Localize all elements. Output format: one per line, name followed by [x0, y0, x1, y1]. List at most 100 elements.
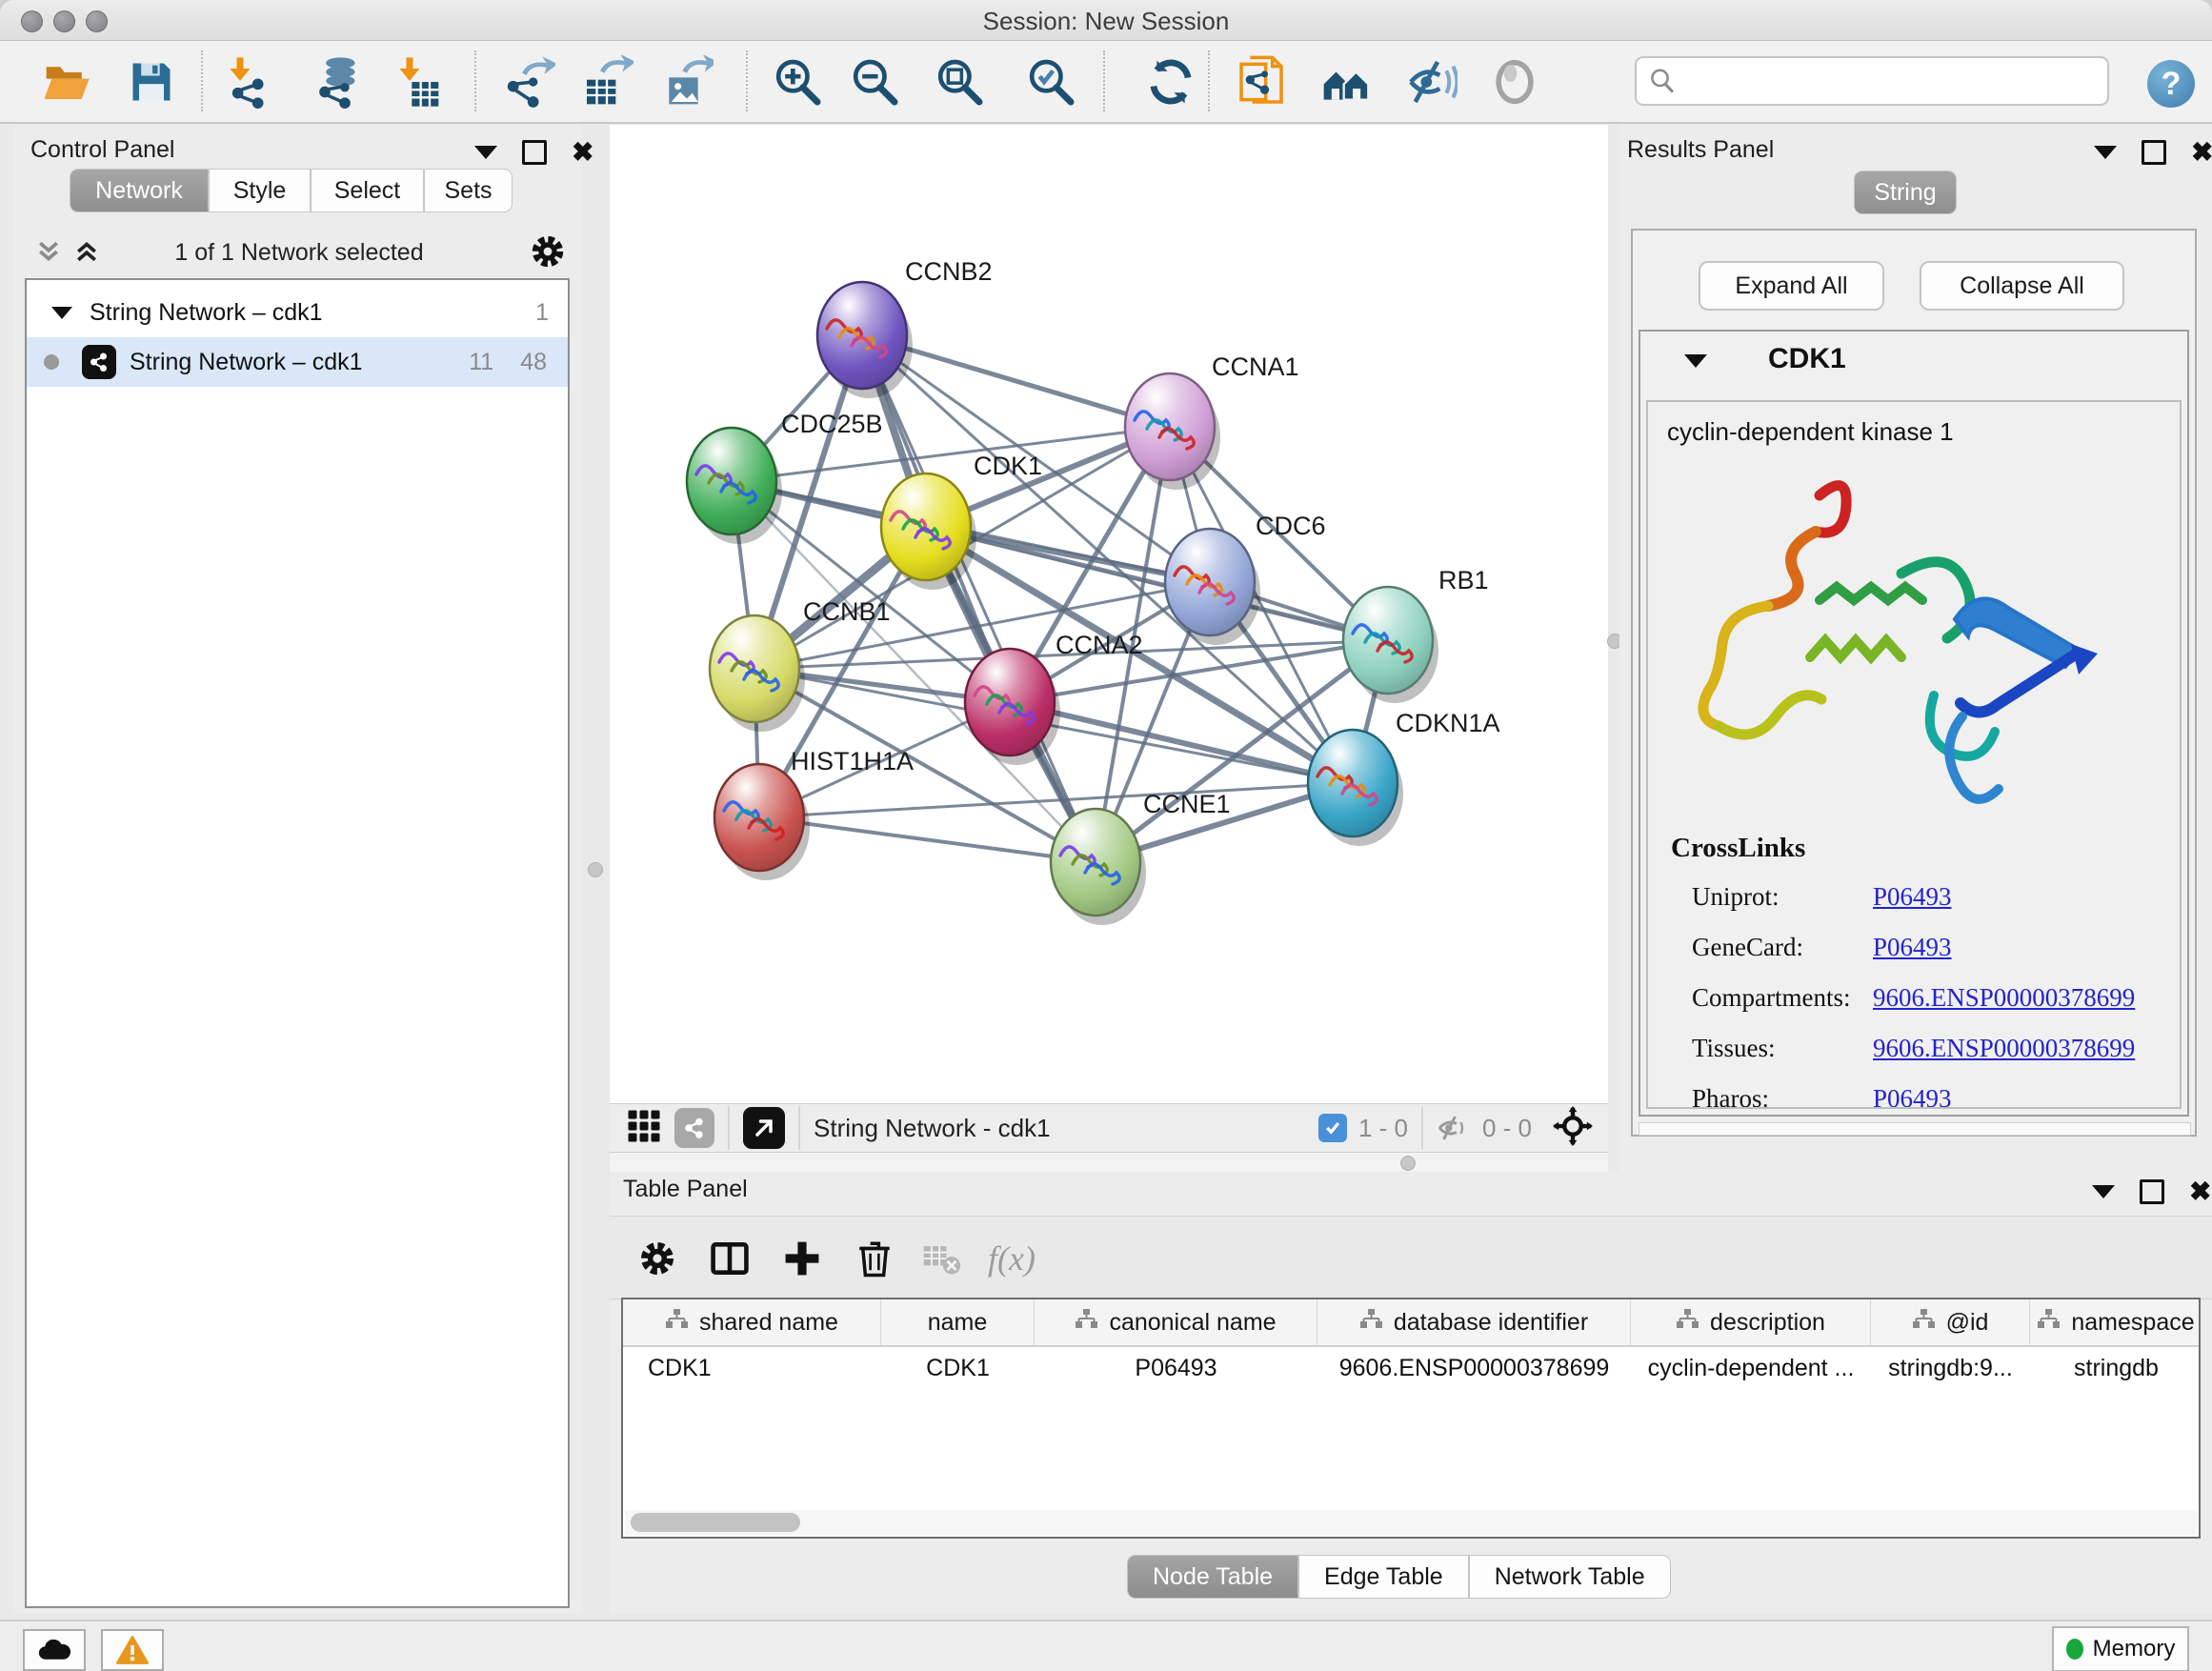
show-all-networks-icon[interactable]	[1317, 54, 1376, 110]
hide-selected-icon[interactable]	[1401, 54, 1460, 110]
network-node-CCNB2[interactable]: CCNB2	[817, 257, 993, 398]
node-table[interactable]: shared namenamecanonical namedatabase id…	[621, 1298, 2201, 1539]
zoom-out-icon[interactable]	[845, 54, 904, 110]
warning-icon[interactable]	[101, 1629, 164, 1671]
zoom-in-icon[interactable]	[768, 54, 827, 110]
cloud-icon[interactable]	[23, 1629, 86, 1671]
tab-style[interactable]: Style	[209, 169, 311, 212]
import-table-icon[interactable]	[387, 54, 446, 110]
tab-string[interactable]: String	[1854, 171, 1957, 214]
export-image-icon[interactable]	[657, 54, 716, 110]
import-network-from-database-icon[interactable]	[309, 54, 368, 110]
column-header-name[interactable]: name	[881, 1299, 1035, 1345]
open-session-icon[interactable]	[37, 54, 96, 110]
panel-maximize-icon[interactable]	[2142, 140, 2166, 165]
import-network-icon[interactable]	[217, 54, 276, 110]
control-panel-window-controls: ✖	[474, 140, 593, 165]
network-node-RB1[interactable]: RB1	[1343, 566, 1489, 703]
crosslink-link[interactable]: P06493	[1873, 933, 1952, 962]
node-result-body: cyclin-dependent kinase 1	[1646, 400, 2182, 1109]
table-cell[interactable]: CDK1	[881, 1347, 1035, 1389]
export-network-icon[interactable]	[499, 54, 558, 110]
crosslink-link[interactable]: 9606.ENSP00000378699	[1873, 1034, 2135, 1063]
tree-expander-icon[interactable]	[51, 307, 72, 319]
tab-edge-table[interactable]: Edge Table	[1298, 1555, 1469, 1599]
network-collection-row[interactable]: String Network – cdk1 1	[27, 288, 568, 337]
network-node-CDKN1A[interactable]: CDKN1A	[1308, 709, 1500, 846]
network-edge-HIST1H1A-CCNE1[interactable]	[759, 817, 1096, 862]
collapse-all-networks-icon[interactable]	[34, 237, 63, 271]
birds-eye-view-icon[interactable]	[627, 1109, 661, 1148]
column-header-shared-name[interactable]: shared name	[623, 1299, 881, 1345]
collapse-all-button[interactable]: Collapse All	[1920, 261, 2124, 311]
open-in-browser-icon[interactable]	[743, 1107, 785, 1149]
crosslink-label: Tissues:	[1692, 1034, 1873, 1063]
delete-column-icon[interactable]	[846, 1230, 903, 1287]
help-icon[interactable]: ?	[2147, 60, 2195, 108]
expand-all-networks-icon[interactable]	[72, 237, 101, 271]
selected-checkbox-icon[interactable]	[1318, 1114, 1347, 1142]
network-row-selected[interactable]: String Network – cdk1 11 48	[27, 337, 568, 387]
tab-sets[interactable]: Sets	[424, 169, 513, 212]
crosslink-link[interactable]: P06493	[1873, 882, 1952, 912]
zoom-fit-icon[interactable]	[930, 54, 989, 110]
table-cell[interactable]: cyclin-dependent ...	[1631, 1347, 1871, 1389]
title-bar: Session: New Session	[0, 0, 2212, 41]
refresh-icon[interactable]	[1141, 54, 1200, 110]
panel-float-icon[interactable]	[474, 146, 497, 159]
table-cell[interactable]: CDK1	[623, 1347, 881, 1389]
column-header-canonical-name[interactable]: canonical name	[1035, 1299, 1317, 1345]
network-node-CCNE1[interactable]: CCNE1	[1051, 790, 1231, 925]
tab-network[interactable]: Network	[70, 169, 209, 212]
left-splitter-grip[interactable]	[588, 862, 603, 877]
table-hscrollbar-thumb[interactable]	[631, 1513, 800, 1532]
hidden-eye-icon[interactable]	[1437, 1114, 1471, 1142]
table-cell[interactable]: P06493	[1035, 1347, 1317, 1389]
show-graphics-details-icon[interactable]	[1485, 54, 1544, 110]
panel-maximize-icon[interactable]	[2140, 1179, 2164, 1204]
tab-network-table[interactable]: Network Table	[1469, 1555, 1671, 1599]
node-label-CDC6: CDC6	[1256, 512, 1326, 540]
panel-close-icon[interactable]: ✖	[572, 143, 593, 162]
results-scrollbar-track[interactable]	[1639, 1122, 2191, 1136]
column-header-namespace[interactable]: namespace	[2030, 1299, 2201, 1345]
horizontal-splitter[interactable]	[610, 1153, 1608, 1172]
table-hscrollbar[interactable]	[625, 1510, 2197, 1535]
crosslink-link[interactable]: 9606.ENSP00000378699	[1873, 983, 2135, 1013]
export-table-icon[interactable]	[577, 54, 636, 110]
column-header-description[interactable]: description	[1631, 1299, 1871, 1345]
clone-network-icon[interactable]	[1232, 54, 1291, 110]
search-input[interactable]	[1677, 67, 2107, 95]
show-column-selector-icon[interactable]	[701, 1230, 758, 1287]
string-enrichment-icon[interactable]	[674, 1108, 714, 1148]
network-edge-CCNB2-CCNE1[interactable]	[862, 335, 1096, 862]
panel-close-icon[interactable]: ✖	[2189, 1182, 2211, 1201]
network-node-count: 11	[469, 349, 493, 376]
table-type-tabs: Node Table Edge Table Network Table	[1127, 1555, 1671, 1599]
section-expander-icon[interactable]	[1684, 354, 1707, 368]
tab-select[interactable]: Select	[311, 169, 424, 212]
network-options-gear-icon[interactable]	[528, 232, 568, 276]
panel-float-icon[interactable]	[2092, 1185, 2115, 1198]
table-cell[interactable]: 9606.ENSP00000378699	[1317, 1347, 1631, 1389]
tab-node-table[interactable]: Node Table	[1127, 1555, 1298, 1599]
panel-maximize-icon[interactable]	[522, 140, 547, 165]
table-row[interactable]: CDK1CDK1P064939606.ENSP00000378699cyclin…	[623, 1347, 2199, 1389]
table-cell[interactable]: stringdb	[2030, 1347, 2201, 1389]
column-header-database-identifier[interactable]: database identifier	[1317, 1299, 1631, 1345]
save-session-icon[interactable]	[122, 54, 181, 110]
splitter-grip[interactable]	[1400, 1156, 1416, 1171]
crosslink-link[interactable]: P06493	[1873, 1084, 1952, 1109]
memory-button[interactable]: Memory	[2052, 1626, 2189, 1671]
add-column-icon[interactable]	[774, 1230, 831, 1287]
column-header-@id[interactable]: @id	[1871, 1299, 2030, 1345]
network-node-CDC6[interactable]: CDC6	[1165, 512, 1326, 645]
table-gear-icon[interactable]	[629, 1230, 686, 1287]
panel-close-icon[interactable]: ✖	[2191, 143, 2212, 162]
fit-content-crosshair-icon[interactable]	[1553, 1106, 1593, 1151]
table-cell[interactable]: stringdb:9...	[1871, 1347, 2030, 1389]
zoom-selected-icon[interactable]	[1021, 54, 1080, 110]
expand-all-button[interactable]: Expand All	[1699, 261, 1884, 311]
panel-float-icon[interactable]	[2094, 146, 2117, 159]
network-canvas[interactable]: CCNB2CCNA1CDC25BCDK1CDC6RB1CCNB1CCNA2CDK…	[610, 125, 1608, 1103]
